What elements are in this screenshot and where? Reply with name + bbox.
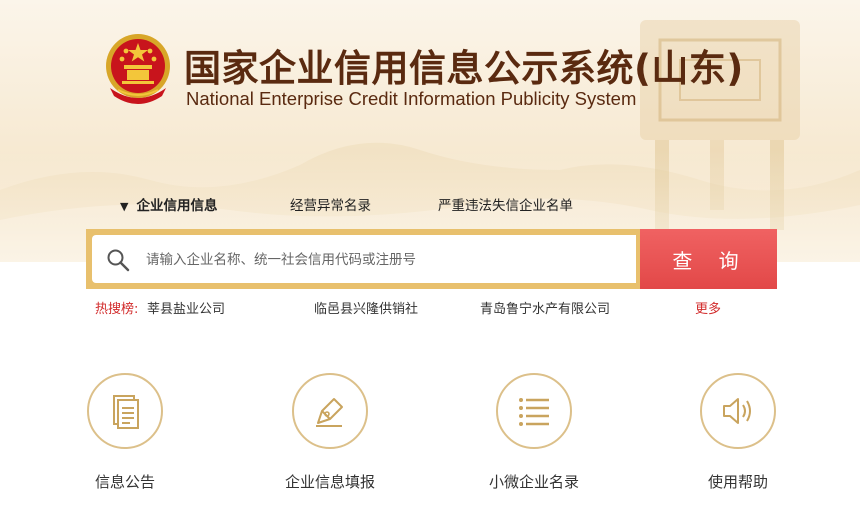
tab-enterprise-credit[interactable]: ▼ 企业信用信息 <box>120 194 217 214</box>
feature-label: 使用帮助 <box>707 473 768 491</box>
list-icon <box>519 398 549 426</box>
feature-circle <box>87 373 163 449</box>
tab-label: 企业信用信息 <box>136 198 218 214</box>
hot-search-label: 热搜榜: <box>95 302 139 317</box>
feature-label: 小微企业名录 <box>488 473 579 491</box>
site-title: 国家企业信用信息公示系统(山东) <box>184 47 744 90</box>
speaker-icon <box>723 398 751 424</box>
feature-usage-help[interactable]: 使用帮助 <box>670 373 810 493</box>
feature-circle <box>496 373 572 449</box>
feature-enterprise-report[interactable]: 企业信息填报 <box>262 373 402 493</box>
tab-label: 经营异常名录 <box>290 198 371 214</box>
document-icon <box>113 395 139 429</box>
pen-icon <box>316 398 343 427</box>
feature-circle <box>700 373 776 449</box>
hot-search-more-link[interactable]: 更多 <box>695 298 721 317</box>
hot-search-item[interactable]: 青岛鲁宁水产有限公司 <box>480 298 610 317</box>
feature-circle <box>292 373 368 449</box>
tab-label: 严重违法失信企业名单 <box>438 198 573 214</box>
triangle-down-icon: ▼ <box>120 200 129 213</box>
feature-info-announcement[interactable]: 信息公告 <box>57 373 197 493</box>
search-button[interactable]: 查 询 <box>640 229 777 289</box>
hot-search-item[interactable]: 临邑县兴隆供销社 <box>314 298 418 317</box>
hot-search-item[interactable]: 莘县盐业公司 <box>147 298 225 317</box>
national-emblem-icon <box>106 34 170 104</box>
feature-label: 信息公告 <box>94 473 155 491</box>
tab-serious-violation[interactable]: 严重违法失信企业名单 <box>438 194 573 214</box>
feature-label: 企业信息填报 <box>284 473 375 491</box>
hot-search-bar: 热搜榜: 莘县盐业公司 临邑县兴隆供销社 青岛鲁宁水产有限公司 更多 <box>95 298 775 318</box>
tab-abnormal-operation[interactable]: 经营异常名录 <box>290 194 371 214</box>
search-input[interactable] <box>144 243 628 277</box>
hero-banner: 国家企业信用信息公示系统(山东) National Enterprise Cre… <box>0 0 860 262</box>
feature-small-micro-enterprises[interactable]: 小微企业名录 <box>466 373 606 493</box>
search-box <box>86 229 640 289</box>
search-field-container <box>92 235 636 283</box>
site-subtitle: National Enterprise Credit Information P… <box>186 88 637 109</box>
search-icon <box>107 249 130 272</box>
